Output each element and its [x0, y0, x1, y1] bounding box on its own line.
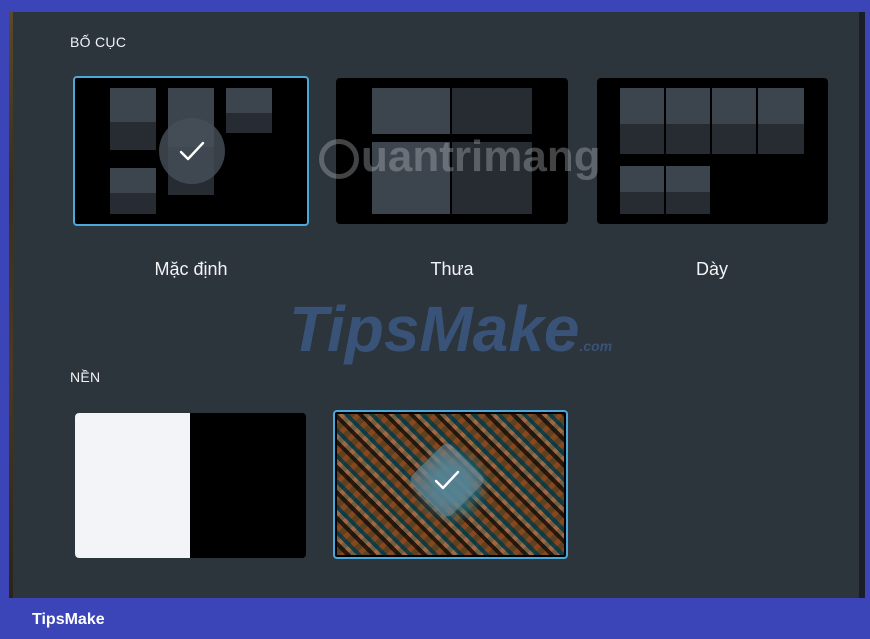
settings-panel: BỐ CỤC Mặc định Thưa Dày uantrimang Tips… — [9, 12, 865, 598]
quantrimang-watermark: uantrimang — [319, 132, 601, 182]
layout-tile — [372, 88, 450, 134]
layout-option-default[interactable] — [73, 76, 309, 226]
layout-tile — [620, 166, 664, 214]
light-half — [75, 413, 190, 558]
layout-tile — [452, 88, 532, 134]
scrollbar-edge — [859, 12, 865, 598]
background-edge — [9, 12, 13, 598]
selected-check-icon — [159, 118, 225, 184]
layout-section-title: BỐ CỤC — [70, 34, 127, 50]
layout-tile — [620, 88, 664, 154]
layout-tile — [712, 88, 756, 154]
background-option-split[interactable] — [75, 413, 306, 558]
footer-brand: TipsMake — [32, 611, 105, 628]
layout-tile — [226, 88, 272, 133]
footer-bar: TipsMake — [0, 598, 870, 639]
background-option-pattern[interactable] — [333, 410, 568, 559]
layout-option-default-label: Mặc định — [154, 259, 228, 279]
layout-tile — [110, 168, 156, 214]
tipsmake-watermark-suffix: .com — [579, 338, 613, 354]
dark-half — [190, 413, 306, 558]
layout-tile — [110, 88, 156, 150]
layout-tile — [758, 88, 804, 154]
tipsmake-watermark: TipsMake.com — [289, 292, 612, 366]
layout-option-dense-label: Dày — [695, 259, 728, 279]
tipsmake-watermark-text: TipsMake — [289, 293, 580, 365]
background-section-title: NỀN — [70, 369, 101, 385]
layout-option-sparse-label: Thưa — [430, 259, 474, 279]
layout-option-dense[interactable] — [597, 78, 828, 224]
quantrimang-watermark-text: uantrimang — [361, 132, 601, 181]
layout-tile — [666, 166, 710, 214]
layout-tile — [666, 88, 710, 154]
